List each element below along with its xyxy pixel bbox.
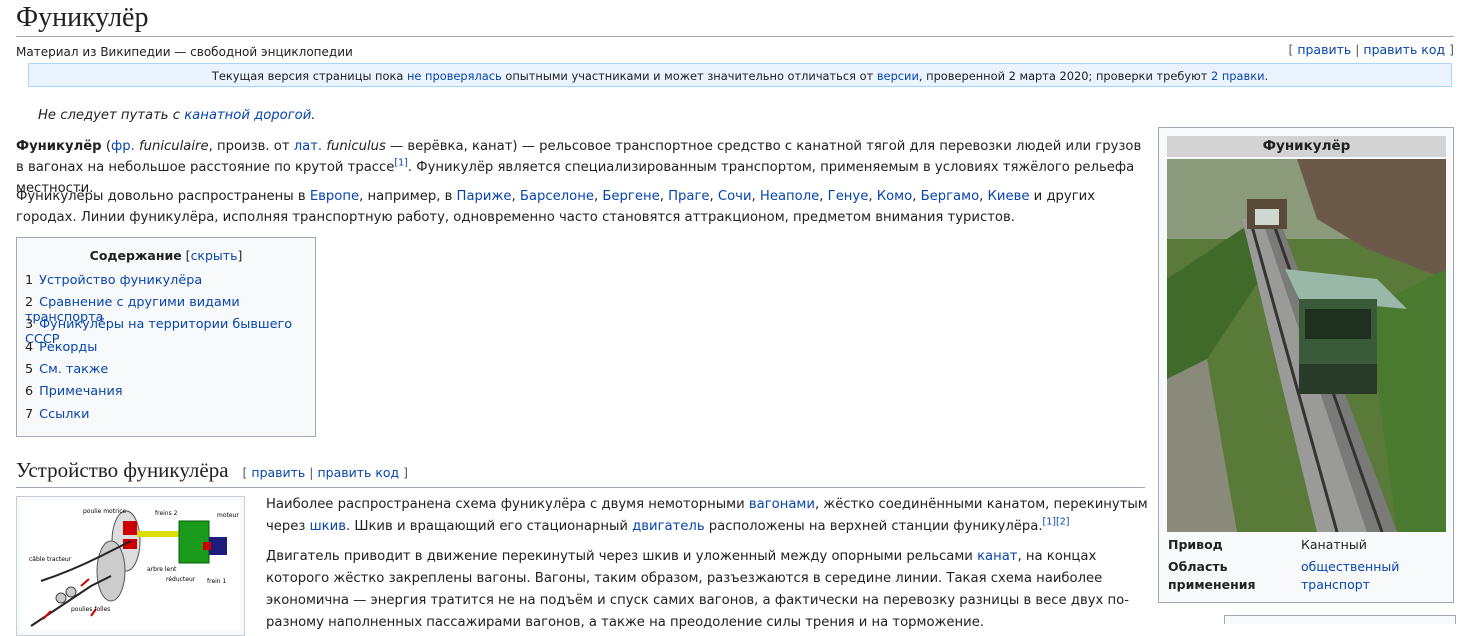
link-wagons[interactable]: вагонами	[749, 497, 815, 512]
toc-item[interactable]: 7 Ссылки	[25, 407, 89, 422]
diagram-label: réducteur	[166, 576, 196, 583]
notice-text: .	[1264, 69, 1269, 83]
diagram-label: arbre lent	[147, 566, 177, 573]
link-city[interactable]: Бергене	[602, 189, 659, 204]
review-notice: Текущая версия страницы пока не проверял…	[28, 63, 1452, 87]
toc-item[interactable]: 5 См. также	[25, 362, 108, 377]
diagram-label: moteur	[217, 512, 239, 519]
para-text: расположены на верхней станции фуникулёр…	[704, 519, 1043, 534]
section-title: Устройство фуникулёра	[16, 458, 229, 482]
para-text: . Шкив и вращающий его стационарный	[345, 519, 633, 534]
link-city[interactable]: Комо	[877, 189, 912, 204]
title-divider	[16, 36, 1454, 37]
link-fr[interactable]: фр.	[111, 139, 135, 154]
lat-word: funiculus	[322, 139, 386, 154]
toc-title: Содержание	[89, 248, 182, 263]
toc-link[interactable]: Ссылки	[39, 407, 89, 422]
link-city[interactable]: Праге	[668, 189, 709, 204]
link-engine[interactable]: двигатель	[632, 519, 704, 534]
toc-toggle[interactable]: скрыть	[191, 248, 238, 263]
link-lat[interactable]: лат.	[294, 139, 322, 154]
notice-text: Текущая версия страницы пока	[211, 69, 407, 83]
hatnote-text: Не следует путать с	[38, 108, 185, 123]
table-of-contents: Содержание [скрыть] 1 Устройство фуникулё…	[16, 237, 316, 437]
toc-number: 1	[25, 273, 34, 288]
notice-text: опытными участниками и может значительно…	[501, 69, 877, 83]
diagram-image: poulie motrice freins 2 moteur câble tra…	[29, 508, 239, 627]
refs-1-2[interactable]: [1][2]	[1043, 517, 1070, 528]
hatnote-link[interactable]: канатной дорогой	[184, 108, 311, 123]
toc-number: 7	[25, 407, 34, 422]
link-cable[interactable]: канат	[977, 549, 1017, 564]
section-edit-link[interactable]: править	[251, 465, 305, 480]
edit-link[interactable]: править	[1297, 42, 1351, 57]
fr-word: funiculaire	[134, 139, 209, 154]
hatnote: Не следует путать с канатной дорогой.	[38, 108, 315, 123]
toc-item[interactable]: 6 Примечания	[25, 384, 123, 399]
infobox-label: Привод	[1168, 537, 1223, 552]
toc-link[interactable]: См. также	[39, 362, 108, 377]
notice-link-edits[interactable]: 2 правки	[1211, 69, 1265, 83]
diagram-label: frein 1	[207, 578, 227, 585]
diagram-label: poulies folles	[71, 606, 110, 613]
page-title: Фуникулёр	[16, 2, 149, 33]
toc-item[interactable]: 1 Устройство фуникулёра	[25, 273, 202, 288]
link-pulley[interactable]: шкив	[310, 519, 346, 534]
section-edit-links: [ править | править код ]	[242, 465, 409, 480]
section-edit-code-link[interactable]: править код	[317, 465, 399, 480]
infobox: Фуникулёр Привод Канатный Область примен…	[1158, 127, 1454, 603]
funicular-diagram[interactable]: poulie motrice freins 2 moteur câble tra…	[21, 501, 240, 631]
link-city[interactable]: Сочи	[718, 189, 752, 204]
site-subtitle: Материал из Википедии — свободной энцикл…	[16, 45, 353, 59]
diagram-label: câble tracteur	[29, 556, 72, 563]
intro-text: (	[101, 139, 111, 154]
notice-text: , проверенной 2 марта 2020; проверки тре…	[918, 69, 1211, 83]
link-city[interactable]: Генуе	[828, 189, 869, 204]
link-city[interactable]: Неаполе	[760, 189, 819, 204]
toc-link[interactable]: Устройство фуникулёра	[39, 273, 202, 288]
para-text: Фуникулёры довольно распространены в	[16, 189, 310, 204]
page-edit-links: [ править | править код ]	[1288, 42, 1454, 57]
cities-paragraph: Фуникулёры довольно распространены в Евр…	[16, 189, 1096, 225]
toc-number: 5	[25, 362, 34, 377]
hatnote-text: .	[311, 108, 316, 123]
diagram-label: poulie motrice	[83, 508, 127, 515]
funicular-photo	[1167, 159, 1446, 532]
link-city[interactable]: Барселоне	[520, 189, 594, 204]
toc-link[interactable]: Рекорды	[39, 340, 97, 355]
intro-text: , произв. от	[208, 139, 294, 154]
toc-number: 4	[25, 340, 34, 355]
section-paragraph: Наиболее распространена схема фуникулёра…	[266, 494, 1151, 538]
section-heading: Устройство фуникулёра [ править | править…	[16, 458, 1145, 488]
toc-item[interactable]: 4 Рекорды	[25, 340, 97, 355]
toc-number: 2	[25, 295, 34, 310]
toc-header: Содержание [скрыть]	[89, 248, 243, 263]
diagram-label: freins 2	[155, 510, 178, 517]
notice-link-unreviewed[interactable]: не проверялась	[407, 69, 502, 83]
edit-code-link[interactable]: править код	[1363, 42, 1445, 57]
para-text: Наиболее распространена схема фуникулёра…	[266, 497, 749, 512]
infobox-value: общественный транспорт	[1301, 558, 1411, 594]
notice-link-version[interactable]: версии	[877, 69, 919, 83]
link-europe[interactable]: Европе	[310, 189, 359, 204]
toc-number: 3	[25, 317, 34, 332]
para-text: Двигатель приводит в движение перекинуты…	[266, 549, 978, 564]
link-city[interactable]: Киеве	[988, 189, 1030, 204]
toc-number: 6	[25, 384, 34, 399]
next-box-edge	[1224, 615, 1456, 624]
para-text: , например, в	[359, 189, 457, 204]
infobox-title: Фуникулёр	[1167, 136, 1446, 157]
link-public-transport[interactable]: общественный транспорт	[1301, 559, 1399, 592]
infobox-photo[interactable]	[1167, 159, 1446, 532]
diagram-thumbnail[interactable]: poulie motrice freins 2 moteur câble tra…	[16, 496, 245, 636]
link-city[interactable]: Бергамо	[921, 189, 980, 204]
infobox-label: Область применения	[1168, 559, 1256, 592]
link-city[interactable]: Париже	[457, 189, 512, 204]
infobox-value: Канатный	[1301, 537, 1367, 552]
toc-link[interactable]: Примечания	[39, 384, 122, 399]
ref-1[interactable]: [1]	[394, 158, 407, 169]
intro-term: Фуникулёр	[16, 139, 102, 154]
